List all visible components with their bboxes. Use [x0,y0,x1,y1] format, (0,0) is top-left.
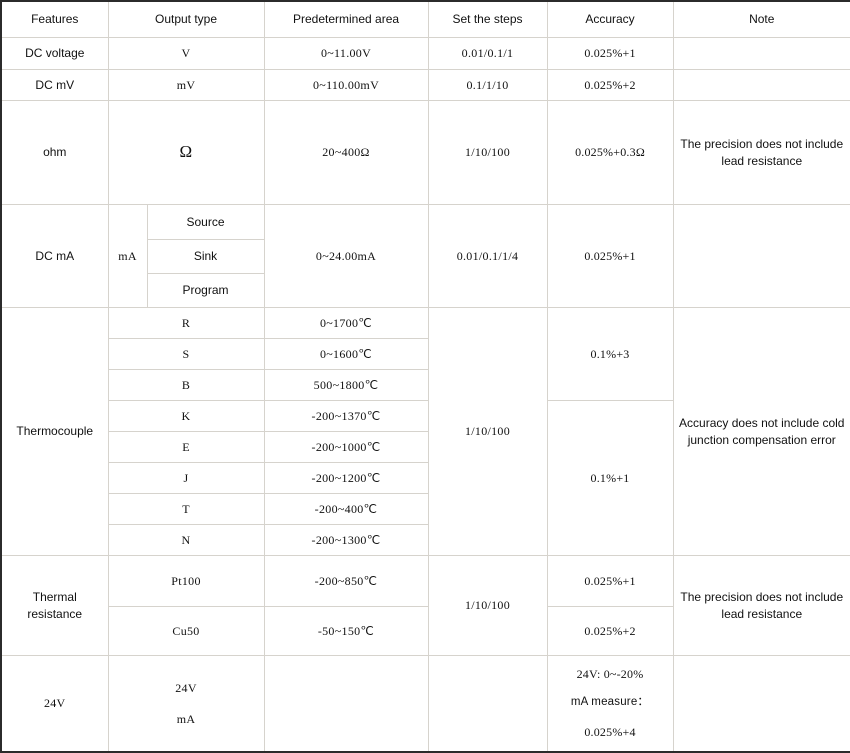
steps-thermal-resistance: 1/10/100 [427,555,548,656]
feature-dc-voltage: DC voltage [0,37,109,70]
output-type-ohm: Ω [107,100,265,205]
feature-dc-ma: DC mA [0,204,109,308]
accuracy-dc-mv: 0.025%+2 [546,69,674,101]
area-thermocouple-s: 0~1600℃ [263,338,429,370]
output-type-dc-mv: mV [107,69,265,101]
area-thermocouple-n: -200~1300℃ [263,524,429,556]
accuracy-24v-line1: 24V: 0~-20% [576,667,644,682]
area-thermocouple-e: -200~1000℃ [263,431,429,463]
table-row-dc-mv: DC mV mV 0~110.00mV 0.1/1/10 0.025%+2 [0,69,850,101]
area-thermocouple-r: 0~1700℃ [263,307,429,339]
table-row-24v: 24V 24V mA 24V: 0~-20% mA measure： 0.025… [0,655,850,752]
steps-dc-voltage: 0.01/0.1/1 [427,37,548,70]
area-thermocouple-t: -200~400℃ [263,493,429,525]
table-row-dc-ma-source: DC mA mA Source 0~24.00mA 0.01/0.1/1/4 0… [0,204,850,308]
header-predetermined-area: Predetermined area [263,0,429,38]
output-type-thermocouple-k: K [107,400,265,432]
output-type-thermocouple-b: B [107,369,265,401]
note-dc-ma [672,204,850,308]
output-type-thermocouple-t: T [107,493,265,525]
header-set-the-steps: Set the steps [427,0,548,38]
accuracy-ohm: 0.025%+0.3Ω [546,100,674,205]
feature-ohm: ohm [0,100,109,205]
steps-thermocouple: 1/10/100 [427,307,548,556]
steps-24v [427,655,548,752]
accuracy-24v-line2: mA measure： [570,696,650,709]
output-type-dc-voltage: V [107,37,265,70]
feature-thermal-resistance-line1: Thermal [32,590,77,605]
output-type-pt100: Pt100 [107,555,265,607]
table-header-row: Features Output type Predetermined area … [0,0,850,38]
area-thermocouple-j: -200~1200℃ [263,462,429,494]
accuracy-dc-voltage: 0.025%+1 [546,37,674,70]
accuracy-pt100: 0.025%+1 [546,555,674,607]
feature-thermal-resistance: Thermal resistance [0,555,109,656]
header-output-type: Output type [107,0,265,38]
area-dc-voltage: 0~11.00V [263,37,429,70]
output-type-thermocouple-j: J [107,462,265,494]
note-dc-mv [672,69,850,101]
output-type-cu50: Cu50 [107,606,265,656]
specification-table: Features Output type Predetermined area … [0,0,850,753]
table-row-thermal-resistance-pt100: Thermal resistance Pt100 -200~850℃ 1/10/… [0,555,850,656]
steps-dc-mv: 0.1/1/10 [427,69,548,101]
area-cu50: -50~150℃ [263,606,429,656]
steps-dc-ma: 0.01/0.1/1/4 [427,204,548,308]
area-dc-mv: 0~110.00mV [263,69,429,101]
feature-thermocouple: Thermocouple [0,307,109,556]
output-type-24v: 24V mA [107,655,265,752]
table-row-dc-voltage: DC voltage V 0~11.00V 0.01/0.1/1 0.025%+… [0,37,850,70]
area-dc-ma: 0~24.00mA [263,204,429,308]
area-pt100: -200~850℃ [263,555,429,607]
note-dc-voltage [672,37,850,70]
output-type-thermocouple-n: N [107,524,265,556]
area-thermocouple-b: 500~1800℃ [263,369,429,401]
area-24v [263,655,429,752]
accuracy-dc-ma: 0.025%+1 [546,204,674,308]
dc-ma-mode-program: Program [146,273,265,308]
area-ohm: 20~400Ω [263,100,429,205]
header-features: Features [0,0,109,38]
feature-dc-mv: DC mV [0,69,109,101]
area-thermocouple-k: -200~1370℃ [263,400,429,432]
accuracy-thermocouple-high: 0.1%+3 [546,307,674,401]
header-accuracy: Accuracy [546,0,674,38]
output-type-thermocouple-e: E [107,431,265,463]
output-type-24v-line2: mA [176,711,196,726]
dc-ma-mode-sink: Sink [146,239,265,274]
note-thermocouple: Accuracy does not include cold junction … [672,307,850,556]
accuracy-24v: 24V: 0~-20% mA measure： 0.025%+4 [546,655,674,752]
output-type-thermocouple-r: R [107,307,265,339]
dc-ma-mode-source: Source [146,204,265,240]
header-note: Note [672,0,850,38]
output-type-thermocouple-s: S [107,338,265,370]
output-type-24v-line1: 24V [175,680,197,695]
note-thermal-resistance: The precision does not include lead resi… [672,555,850,656]
feature-thermal-resistance-line2: resistance [27,606,83,621]
accuracy-cu50: 0.025%+2 [546,606,674,656]
accuracy-24v-line3: 0.025%+4 [584,725,636,739]
table-row-thermocouple-r: Thermocouple R 0~1700℃ 1/10/100 0.1%+3 A… [0,307,850,556]
note-ohm: The precision does not include lead resi… [672,100,850,205]
accuracy-thermocouple-low: 0.1%+1 [546,400,674,556]
note-24v [672,655,850,752]
steps-ohm: 1/10/100 [427,100,548,205]
table-row-ohm: ohm Ω 20~400Ω 1/10/100 0.025%+0.3Ω The p… [0,100,850,205]
output-type-dc-ma: mA [107,204,148,308]
feature-24v: 24V [0,655,109,752]
